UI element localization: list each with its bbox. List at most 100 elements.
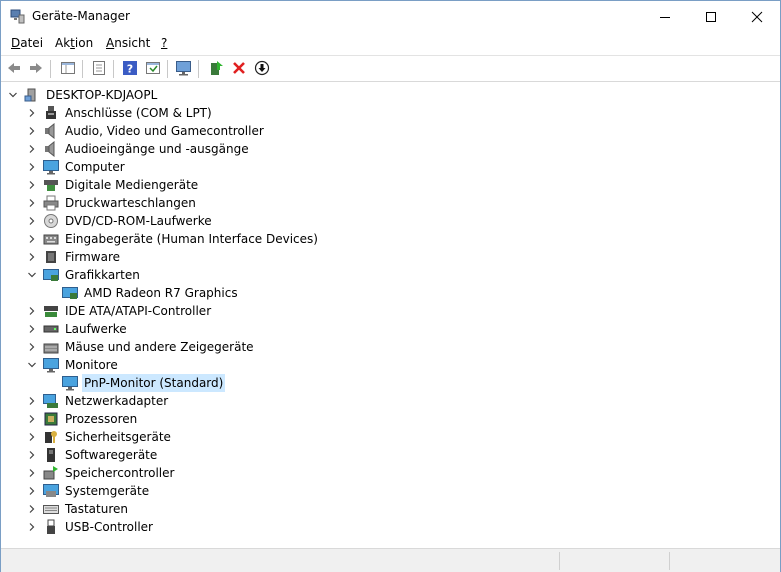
status-divider: [669, 552, 670, 570]
chevron-right-icon[interactable]: [27, 428, 37, 446]
tree-category-digitale-mediengeraete[interactable]: Digitale Mediengeräte: [27, 176, 200, 194]
close-button[interactable]: [734, 1, 780, 32]
tree-item-label: DVD/CD-ROM-Laufwerke: [65, 214, 212, 228]
tree-category-computer[interactable]: Computer: [27, 158, 127, 176]
chevron-right-icon[interactable]: [27, 194, 37, 212]
tree-category-monitore[interactable]: Monitore: [27, 356, 120, 374]
back-button[interactable]: [5, 59, 23, 77]
chevron-right-icon[interactable]: [27, 176, 37, 194]
tree-root[interactable]: DESKTOP-KDJAOPL: [8, 86, 159, 104]
maximize-button[interactable]: [688, 1, 734, 32]
chevron-right-icon[interactable]: [27, 248, 37, 266]
chevron-right-icon[interactable]: [27, 104, 37, 122]
tree-item-label: Monitore: [65, 358, 118, 372]
tree-category-systemgeraete[interactable]: Systemgeräte: [27, 482, 151, 500]
tree-category-sicherheitsgeraete[interactable]: Sicherheitsgeräte: [27, 428, 173, 446]
usb-icon: [43, 519, 59, 535]
tree-category-firmware[interactable]: Firmware: [27, 248, 122, 266]
tree-category-laufwerke[interactable]: Laufwerke: [27, 320, 129, 338]
tree-item-label: Tastaturen: [65, 502, 128, 516]
port-icon: [43, 105, 59, 121]
status-divider: [559, 552, 560, 570]
software-device-icon: [43, 447, 59, 463]
tree-item-label: Netzwerkadapter: [65, 394, 169, 408]
monitor-icon: [62, 375, 78, 391]
forward-button[interactable]: [27, 59, 45, 77]
speaker-icon: [43, 141, 59, 157]
menu-bar: Datei Aktion Ansicht ?: [1, 32, 780, 54]
tree-category-audioeingaenge-und-ausgaenge[interactable]: Audioeingänge und -ausgänge: [27, 140, 251, 158]
tree-category-ide-ata-atapi-controller[interactable]: IDE ATA/ATAPI-Controller: [27, 302, 213, 320]
status-bar: [1, 548, 780, 572]
tree-category-tastaturen[interactable]: Tastaturen: [27, 500, 130, 518]
chevron-right-icon[interactable]: [27, 518, 37, 536]
menu-ansicht[interactable]: Ansicht: [106, 36, 150, 50]
tree-category-grafikkarten[interactable]: Grafikkarten: [27, 266, 142, 284]
tree-category-audio-video-und-gamecontroller[interactable]: Audio, Video und Gamecontroller: [27, 122, 266, 140]
chevron-right-icon[interactable]: [27, 212, 37, 230]
ide-controller-icon: [43, 303, 59, 319]
tree-category-netzwerkadapter[interactable]: Netzwerkadapter: [27, 392, 170, 410]
display-adapter-icon: [43, 267, 59, 283]
maximize-icon: [706, 11, 716, 22]
speaker-icon: [43, 123, 59, 139]
menu-aktion[interactable]: Aktion: [55, 36, 93, 50]
chevron-right-icon[interactable]: [27, 446, 37, 464]
chevron-right-icon[interactable]: [27, 302, 37, 320]
minimize-button[interactable]: [642, 1, 688, 32]
tree-category-speichercontroller[interactable]: Speichercontroller: [27, 464, 176, 482]
action-pane-button[interactable]: [144, 59, 162, 77]
scan-hardware-button[interactable]: [175, 59, 193, 77]
chevron-down-icon[interactable]: [27, 356, 37, 374]
tree-category-eingabegeraete-human-interface-devices[interactable]: Eingabegeräte (Human Interface Devices): [27, 230, 320, 248]
arrow-right-icon: [30, 63, 42, 73]
update-driver-button[interactable]: [207, 59, 225, 77]
chevron-down-icon[interactable]: [8, 86, 18, 104]
security-icon: [43, 429, 59, 445]
computer-icon: [24, 87, 40, 103]
tree-category-prozessoren[interactable]: Prozessoren: [27, 410, 139, 428]
mouse-icon: [43, 339, 59, 355]
scan-hardware-icon: [176, 61, 191, 76]
printer-icon: [43, 195, 59, 211]
storage-controller-icon: [43, 465, 59, 481]
menu-help[interactable]: ?: [161, 36, 167, 50]
help-button[interactable]: ?: [121, 59, 139, 77]
tree-category-maeuse-und-andere-zeigegeraete[interactable]: Mäuse und andere Zeigegeräte: [27, 338, 256, 356]
uninstall-device-button[interactable]: [230, 59, 248, 77]
tree-device-pnp-monitor-standard[interactable]: PnP-Monitor (Standard): [46, 374, 226, 392]
chevron-right-icon[interactable]: [27, 464, 37, 482]
tree-category-dvd-cd-rom-laufwerke[interactable]: DVD/CD-ROM-Laufwerke: [27, 212, 214, 230]
tree-category-anschluesse-com-lpt[interactable]: Anschlüsse (COM & LPT): [27, 104, 214, 122]
device-tree[interactable]: DESKTOP-KDJAOPL Anschlüsse (COM & LPT) Au…: [1, 83, 780, 547]
disable-device-button[interactable]: [253, 59, 271, 77]
properties-button[interactable]: [90, 59, 108, 77]
action-pane-icon: [146, 62, 160, 74]
chevron-down-icon[interactable]: [27, 266, 37, 284]
media-device-icon: [43, 177, 59, 193]
chevron-right-icon[interactable]: [27, 338, 37, 356]
chevron-right-icon[interactable]: [27, 500, 37, 518]
chevron-right-icon[interactable]: [27, 158, 37, 176]
title-bar[interactable]: Geräte-Manager: [1, 1, 780, 32]
tree-item-label: Mäuse und andere Zeigegeräte: [65, 340, 254, 354]
close-icon: [751, 11, 763, 22]
chevron-right-icon[interactable]: [27, 140, 37, 158]
toolbar-separator: [82, 60, 83, 78]
chevron-right-icon[interactable]: [27, 230, 37, 248]
help-icon: ?: [123, 61, 137, 76]
tree-category-usb-controller[interactable]: USB-Controller: [27, 518, 155, 536]
tree-category-softwaregeraete[interactable]: Softwaregeräte: [27, 446, 159, 464]
toolbar-separator: [198, 60, 199, 78]
tree-item-label: Prozessoren: [65, 412, 138, 426]
tree-device-amd-radeon-r7-graphics[interactable]: AMD Radeon R7 Graphics: [46, 284, 240, 302]
toolbar-separator: [50, 60, 51, 78]
chevron-right-icon[interactable]: [27, 410, 37, 428]
tree-category-druckwarteschlangen[interactable]: Druckwarteschlangen: [27, 194, 198, 212]
chevron-right-icon[interactable]: [27, 122, 37, 140]
menu-datei[interactable]: Datei: [11, 36, 43, 50]
chevron-right-icon[interactable]: [27, 392, 37, 410]
show-hide-console-tree-button[interactable]: [59, 59, 77, 77]
chevron-right-icon[interactable]: [27, 320, 37, 338]
chevron-right-icon[interactable]: [27, 482, 37, 500]
